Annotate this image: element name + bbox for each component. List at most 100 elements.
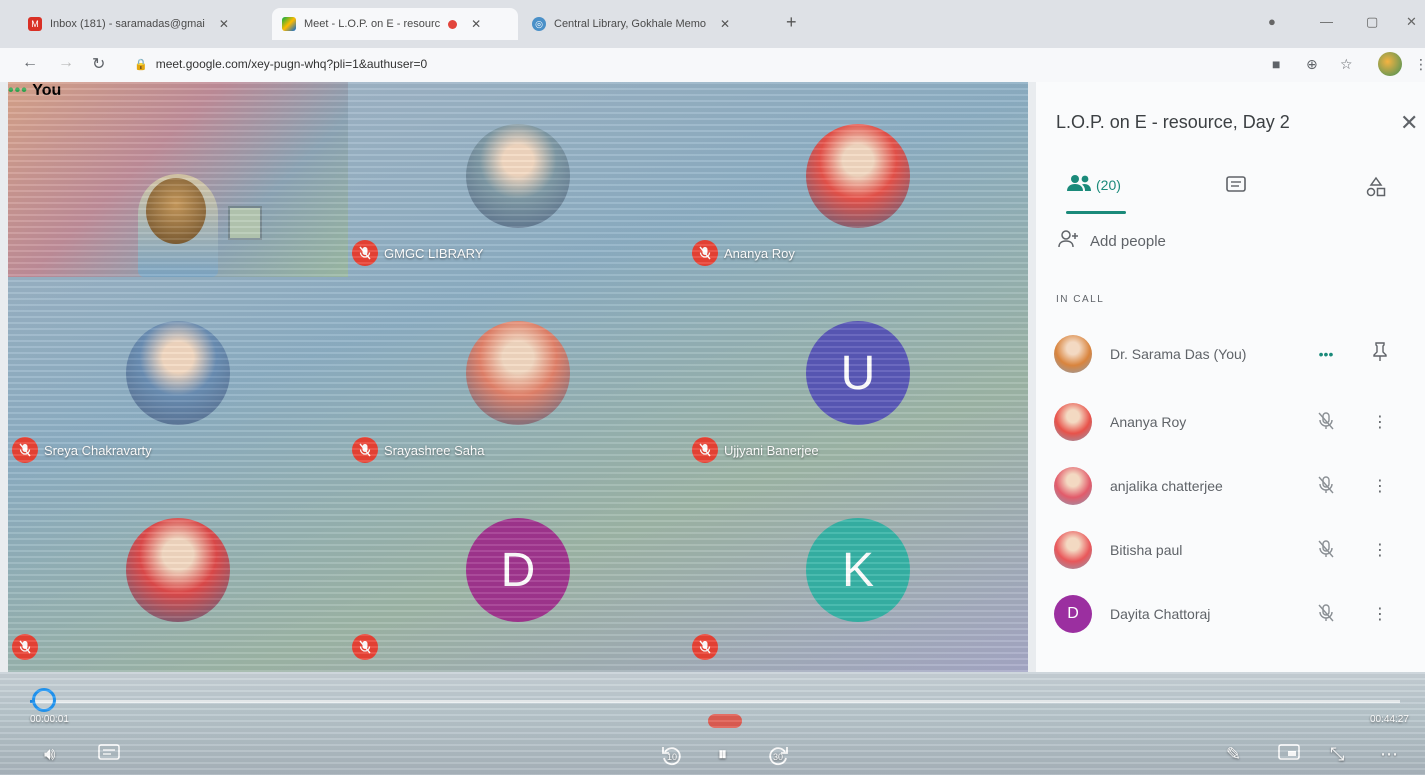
- progress-bar[interactable]: [30, 700, 1400, 703]
- mic-off-icon[interactable]: [1306, 411, 1346, 433]
- participant-row[interactable]: D Dayita Chattoraj ⋮: [1054, 592, 1414, 636]
- speaking-dots-icon: •••: [8, 82, 28, 99]
- participant-row[interactable]: anjalika chatterjee ⋮: [1054, 464, 1414, 508]
- window-close-button[interactable]: ✕: [1406, 14, 1417, 30]
- tab-people[interactable]: (20): [1066, 174, 1121, 195]
- more-options-icon[interactable]: ⋮: [1368, 540, 1392, 560]
- add-people-label: Add people: [1090, 232, 1166, 250]
- back-button[interactable]: ←: [22, 54, 38, 72]
- camera-icon[interactable]: ■: [1272, 56, 1280, 72]
- speaking-dots-icon[interactable]: •••: [1306, 346, 1346, 362]
- mic-off-icon[interactable]: [1306, 475, 1346, 497]
- tile-label: [352, 634, 384, 660]
- participant-photo: [126, 321, 230, 425]
- reload-button[interactable]: ↻: [92, 54, 105, 74]
- exit-fullscreen-icon[interactable]: ⤡: [1330, 744, 1344, 765]
- participant-tile[interactable]: K: [688, 476, 1028, 671]
- tile-label: GMGC LIBRARY: [352, 240, 483, 266]
- active-tab-indicator: [1066, 211, 1126, 214]
- participant-tile[interactable]: U Ujjyani Banerjee: [688, 279, 1028, 474]
- hangup-icon: [708, 714, 742, 728]
- edit-pencil-icon[interactable]: ✎: [1226, 744, 1241, 765]
- close-icon[interactable]: ✕: [720, 17, 730, 31]
- chat-icon[interactable]: [1226, 176, 1246, 199]
- profile-avatar[interactable]: [1378, 52, 1402, 76]
- volume-icon[interactable]: 🔊︎: [44, 744, 55, 765]
- minimize-button[interactable]: —: [1320, 14, 1333, 29]
- forward-icon: 30: [766, 744, 790, 768]
- bookmark-star-icon[interactable]: ☆: [1340, 56, 1353, 73]
- menu-icon[interactable]: ⋮: [1414, 56, 1425, 73]
- add-person-icon: [1058, 230, 1080, 252]
- zoom-icon[interactable]: ⊕: [1306, 56, 1318, 73]
- activities-icon[interactable]: [1366, 176, 1386, 203]
- tab-inbox[interactable]: M Inbox (181) - saramadas@gmai ✕: [18, 8, 268, 40]
- forward-button[interactable]: →: [58, 54, 74, 72]
- self-head: [146, 178, 206, 244]
- mic-off-icon: [12, 437, 38, 463]
- participant-name: Dayita Chattoraj: [1110, 606, 1211, 622]
- close-panel-button[interactable]: ✕: [1400, 110, 1418, 136]
- participant-photo: [126, 518, 230, 622]
- close-icon[interactable]: ✕: [219, 17, 229, 31]
- captions-icon[interactable]: [98, 744, 120, 762]
- participant-avatar: [1054, 403, 1092, 441]
- tab-library[interactable]: ◎ Central Library, Gokhale Memo ✕: [522, 8, 772, 40]
- participant-row[interactable]: Bitisha paul ⋮: [1054, 528, 1414, 572]
- pin-icon[interactable]: [1368, 341, 1392, 367]
- participant-row[interactable]: Ananya Roy ⋮: [1054, 400, 1414, 444]
- participant-avatar: D: [466, 518, 570, 622]
- video-player-controls: 00:00:01 00:44:27 🔊︎ 10 ⏸︎ 30 ✎ ⤡ ⋯: [0, 672, 1425, 775]
- participant-photo: [806, 124, 910, 228]
- mic-off-icon: [12, 634, 38, 660]
- participant-tile[interactable]: Sreya Chakravarty: [8, 279, 348, 474]
- avatar-letter: D: [500, 543, 536, 597]
- self-view-tile[interactable]: ••• You: [8, 82, 348, 277]
- picture-in-picture-icon[interactable]: [1278, 744, 1300, 760]
- more-options-icon[interactable]: ⋮: [1368, 412, 1392, 432]
- close-icon[interactable]: ✕: [471, 17, 481, 31]
- mic-off-icon[interactable]: [1306, 603, 1346, 625]
- restore-button[interactable]: ▢: [1366, 14, 1378, 30]
- tile-label: Ujjyani Banerjee: [692, 437, 819, 463]
- tile-label: [692, 634, 724, 660]
- participant-photo: [466, 124, 570, 228]
- add-people-button[interactable]: Add people: [1058, 230, 1166, 252]
- new-tab-button[interactable]: +: [786, 12, 797, 33]
- url-field[interactable]: 🔒 meet.google.com/xey-pugn-whq?pli=1&aut…: [134, 57, 427, 71]
- participant-name: You: [32, 82, 62, 99]
- mic-off-icon[interactable]: [1306, 539, 1346, 561]
- screen: M Inbox (181) - saramadas@gmai ✕ Meet - …: [0, 0, 1425, 775]
- more-options-icon[interactable]: ⋯: [1380, 744, 1398, 765]
- progress-handle[interactable]: [32, 688, 56, 712]
- participant-tile[interactable]: Srayashree Saha: [348, 279, 688, 474]
- more-options-icon[interactable]: ⋮: [1368, 476, 1392, 496]
- browser-tab-bar: M Inbox (181) - saramadas@gmai ✕ Meet - …: [0, 0, 1425, 48]
- participant-tile[interactable]: [8, 476, 348, 671]
- participant-row[interactable]: Dr. Sarama Das (You) •••: [1054, 332, 1414, 376]
- participant-name: Ananya Roy: [1110, 414, 1187, 430]
- participant-tile[interactable]: Ananya Roy: [688, 82, 1028, 277]
- tile-label: ••• You: [8, 82, 348, 100]
- participant-avatar: D: [1054, 595, 1092, 633]
- tile-label: Srayashree Saha: [352, 437, 484, 463]
- url-text: meet.google.com/xey-pugn-whq?pli=1&authu…: [155, 57, 428, 71]
- in-call-heading: IN CALL: [1056, 294, 1105, 305]
- more-options-icon[interactable]: ⋮: [1368, 604, 1392, 624]
- mic-off-icon: [352, 437, 378, 463]
- current-time: 00:00:01: [30, 714, 69, 725]
- address-bar-row: ← → ↻ 🔒 meet.google.com/xey-pugn-whq?pli…: [0, 48, 1425, 82]
- tab-meet[interactable]: Meet - L.O.P. on E - resourc ✕: [272, 8, 518, 40]
- avatar-letter: K: [841, 543, 874, 597]
- extension-icon[interactable]: ●: [1268, 14, 1276, 29]
- skip-back-seconds: 10: [666, 752, 677, 762]
- participant-tile[interactable]: D: [348, 476, 688, 671]
- recording-icon: [448, 19, 458, 29]
- pause-button[interactable]: ⏸︎: [718, 744, 727, 765]
- skip-forward-button[interactable]: 30: [766, 744, 790, 768]
- skip-back-button[interactable]: 10: [660, 744, 684, 768]
- participant-tile[interactable]: GMGC LIBRARY: [348, 82, 688, 277]
- rewind-icon: 10: [660, 744, 684, 768]
- participant-name: Srayashree Saha: [384, 442, 485, 458]
- meeting-title: L.O.P. on E - resource, Day 2: [1056, 112, 1290, 132]
